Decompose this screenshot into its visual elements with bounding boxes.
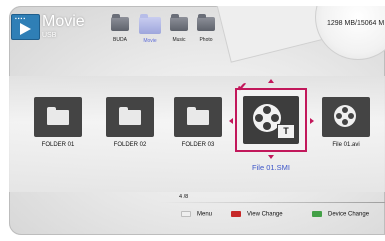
red-key-icon — [231, 211, 241, 217]
media-browser-screen: ▪▪▪▪ Movie USB BUDA Movie Music Photo 12… — [9, 6, 385, 235]
page-indicator: 4 /8 — [179, 194, 189, 200]
folder-icon — [119, 107, 141, 125]
category-label: BUDA — [113, 37, 127, 43]
device-label: USB — [42, 32, 57, 39]
device-change-hint[interactable]: Device Change — [312, 211, 369, 218]
list-item-folder[interactable]: FOLDER 02 — [102, 97, 158, 148]
folder-icon — [139, 14, 161, 34]
disc-icon — [315, 6, 385, 60]
view-change-hint[interactable]: View Change — [231, 211, 283, 218]
category-photo[interactable]: Photo — [191, 14, 221, 43]
subtitle-file-thumbnail: T — [243, 96, 299, 144]
folder-icon — [47, 107, 69, 125]
film-reel-icon — [334, 105, 356, 127]
folder-icon — [197, 14, 215, 31]
item-label: FOLDER 03 — [181, 142, 215, 148]
device-change-label: Device Change — [328, 211, 370, 218]
folder-icon — [187, 107, 209, 125]
menu-hint-label: Menu — [197, 211, 213, 218]
folder-icon — [111, 14, 129, 31]
category-label: Music — [172, 37, 186, 43]
text-badge-icon: T — [277, 124, 295, 139]
arrow-left-icon — [229, 118, 233, 124]
arrow-up-icon — [268, 79, 274, 83]
selected-item-label: File 01.SMI — [252, 163, 290, 172]
folder-thumbnail — [106, 97, 154, 137]
list-item-folder[interactable]: FOLDER 01 — [30, 97, 86, 148]
category-label: Photo — [199, 37, 213, 43]
green-key-icon — [312, 211, 322, 217]
arrow-down-icon — [268, 155, 274, 159]
item-label: FOLDER 02 — [113, 142, 147, 148]
storage-usage: 1298 MB/15064 M — [327, 20, 385, 27]
category-label: Movie — [143, 38, 157, 44]
folder-thumbnail — [174, 97, 222, 137]
list-item-folder[interactable]: FOLDER 03 — [170, 97, 226, 148]
view-change-label: View Change — [247, 211, 283, 218]
movie-category-icon: ▪▪▪▪ — [11, 14, 40, 40]
divider — [159, 202, 385, 203]
category-movie[interactable]: Movie — [135, 14, 165, 44]
page-title: Movie — [42, 13, 85, 30]
list-item-movie-file[interactable]: File 01.avi — [318, 97, 374, 148]
menu-hint[interactable]: Menu — [181, 211, 212, 218]
category-music[interactable]: Music — [164, 14, 194, 43]
menu-key-icon — [181, 211, 191, 217]
item-label: FOLDER 01 — [41, 142, 75, 148]
item-label: File 01.avi — [332, 142, 360, 148]
folder-icon — [170, 14, 188, 31]
folder-thumbnail — [34, 97, 82, 137]
movie-file-thumbnail — [322, 97, 370, 137]
arrow-right-icon — [310, 118, 314, 124]
selected-item-subtitle-file[interactable]: ✔ T — [235, 80, 307, 152]
category-buda[interactable]: BUDA — [105, 14, 135, 43]
checkmark-icon: ✔ — [237, 80, 248, 94]
